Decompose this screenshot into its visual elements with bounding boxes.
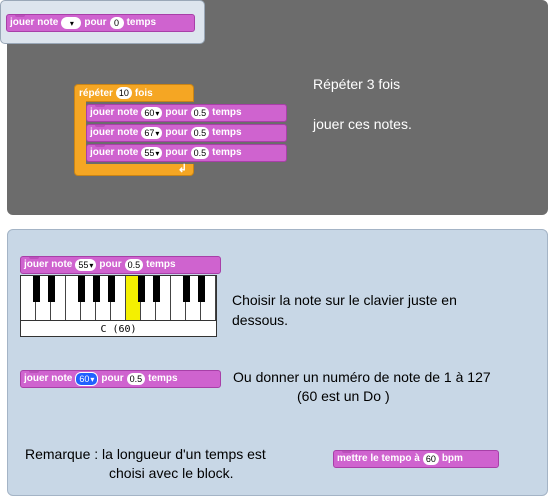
repeat-block-bottom: ↲	[74, 163, 194, 176]
note-dropdown[interactable]: 55	[75, 259, 97, 271]
block-label: temps	[126, 17, 157, 28]
note-dropdown[interactable]	[61, 17, 82, 29]
black-key[interactable]	[47, 276, 55, 302]
beats-input[interactable]: 0.5	[190, 147, 210, 159]
beats-input[interactable]: 0.5	[190, 127, 210, 139]
caption-repeat: Répéter 3 fois	[313, 76, 401, 92]
block-label: pour	[165, 127, 188, 138]
keyboard-note-label: C (60)	[21, 320, 216, 338]
play-note-block-palette[interactable]: jouer note pour 0 temps	[6, 14, 195, 32]
play-note-block[interactable]: jouer note 60 pour 0.5 temps	[86, 104, 287, 122]
block-label: temps	[146, 259, 176, 270]
block-label: jouer note	[90, 127, 139, 138]
black-key[interactable]	[197, 276, 205, 302]
block-label: jouer note	[90, 147, 139, 158]
black-key[interactable]	[182, 276, 190, 302]
repeat-count-input[interactable]: 10	[115, 87, 132, 99]
play-note-block[interactable]: jouer note 67 pour 0.5 temps	[86, 124, 287, 142]
tempo-input[interactable]: 60	[422, 453, 439, 465]
block-label: pour	[165, 107, 188, 118]
black-key[interactable]	[137, 276, 145, 302]
beats-input[interactable]: 0.5	[190, 107, 210, 119]
note-dropdown[interactable]: 55	[141, 147, 163, 159]
number-instruction: Ou donner un numéro de note de 1 à 127	[233, 369, 491, 385]
block-label: bpm	[441, 453, 463, 464]
beats-input[interactable]: 0.5	[124, 259, 144, 271]
play-note-block-number[interactable]: jouer note 60 pour 0.5 temps	[20, 370, 221, 388]
piano-keyboard[interactable]: C (60)	[20, 275, 217, 337]
beats-input[interactable]: 0	[109, 17, 124, 29]
block-label: mettre le tempo à	[337, 453, 420, 464]
block-label: jouer note	[90, 107, 139, 118]
play-note-block-keyboard[interactable]: jouer note 55 pour 0.5 temps	[20, 256, 221, 274]
keyboard-instruction: Choisir la note sur le clavier juste en …	[232, 292, 457, 328]
black-key[interactable]	[152, 276, 160, 302]
number-hint: (60 est un Do )	[297, 388, 390, 404]
block-label: temps	[212, 107, 242, 118]
repeat-block[interactable]: répéter 10 fois	[74, 84, 194, 102]
remark-line-2: choisi avec le block.	[109, 465, 234, 481]
block-label: temps	[148, 373, 178, 384]
block-label: pour	[165, 147, 188, 158]
block-label: temps	[212, 147, 242, 158]
block-label: jouer note	[24, 259, 73, 270]
repeat-label: répéter	[79, 87, 113, 99]
block-label: jouer note	[24, 373, 73, 384]
black-key[interactable]	[107, 276, 115, 302]
block-label: pour	[84, 17, 107, 28]
block-label: pour	[101, 373, 124, 384]
play-note-block[interactable]: jouer note 55 pour 0.5 temps	[86, 144, 287, 162]
block-label: jouer note	[10, 17, 59, 28]
block-label: pour	[99, 259, 122, 270]
remark-line-1: Remarque : la longueur d'un temps est	[25, 446, 266, 462]
note-dropdown[interactable]: 60	[141, 107, 163, 119]
note-dropdown[interactable]: 67	[141, 127, 163, 139]
caption-play-notes: jouer ces notes.	[313, 116, 412, 132]
black-key[interactable]	[32, 276, 40, 302]
block-palette: jouer note pour 0 temps	[0, 0, 205, 44]
beats-input[interactable]: 0.5	[126, 373, 146, 385]
note-dropdown-selected[interactable]: 60	[75, 372, 99, 386]
loop-arrow-icon: ↲	[177, 163, 187, 175]
repeat-block-arm	[74, 101, 86, 167]
repeat-suffix: fois	[134, 87, 153, 99]
block-label: temps	[212, 127, 242, 138]
black-key[interactable]	[77, 276, 85, 302]
set-tempo-block[interactable]: mettre le tempo à 60 bpm	[333, 450, 499, 468]
black-key[interactable]	[92, 276, 100, 302]
